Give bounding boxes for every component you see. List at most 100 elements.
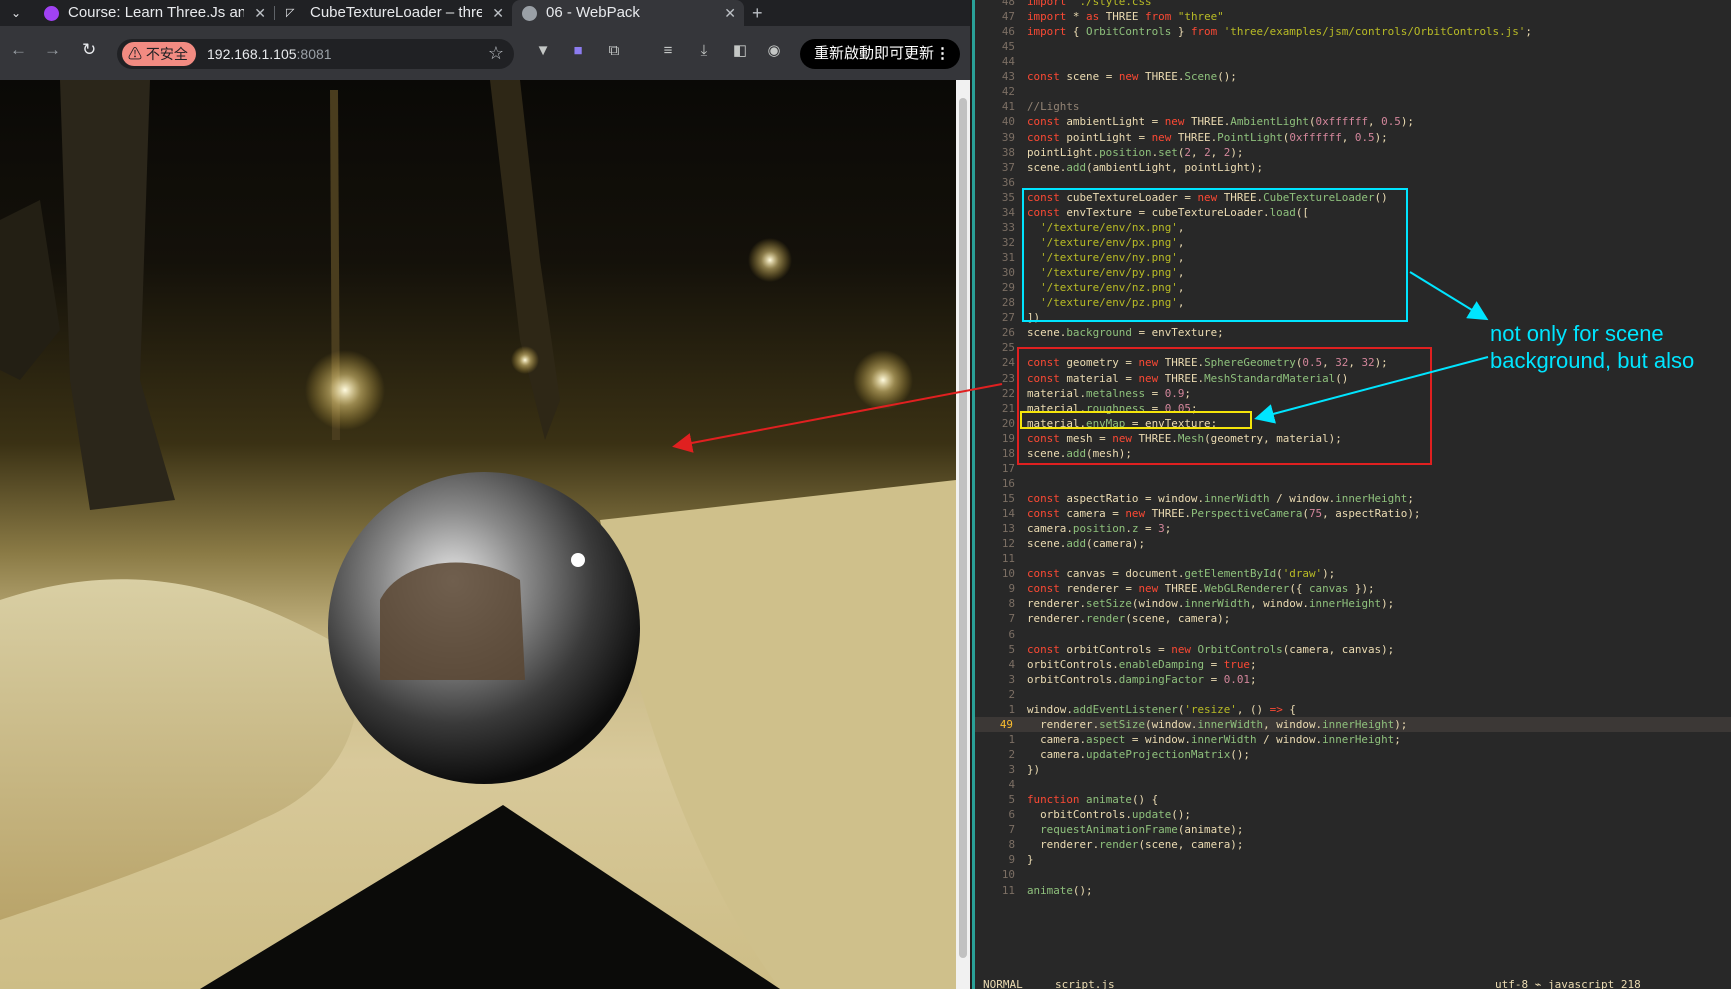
code-text: orbitControls.update(); [1027, 808, 1191, 822]
tree-trunk-edge [0, 200, 60, 380]
line-number: 2 [1008, 748, 1015, 761]
code-text: //Lights [1027, 100, 1080, 114]
code-text: animate(); [1027, 883, 1093, 897]
back-icon[interactable]: ← [10, 40, 27, 60]
url-text: 192.168.1.105:8081 [207, 39, 332, 69]
bookmark-star-icon[interactable]: ☆ [488, 43, 504, 64]
line-number: 6 [1008, 808, 1015, 822]
relaunch-label: 重新啟動即可更新 [814, 45, 935, 62]
line-number: 42 [1001, 85, 1015, 99]
line-number: 13 [1001, 522, 1015, 536]
code-text: camera.position.z = 3; [1027, 522, 1172, 536]
tab-title: Course: Learn Three.Js and [68, 4, 244, 21]
extension-purple-icon[interactable]: ■ [568, 41, 588, 61]
line-number: 10 [1001, 868, 1015, 882]
code-text: scene.add(mesh); [1027, 446, 1132, 460]
line-number: 27 [1001, 311, 1015, 325]
line-number: 31 [1001, 251, 1015, 265]
tab-search-icon[interactable]: ⌄ [6, 4, 26, 22]
close-icon[interactable]: ✕ [492, 0, 504, 26]
address-bar[interactable]: ⚠ 不安全 192.168.1.105:8081 ☆ [117, 39, 514, 69]
side-panel-icon[interactable]: ◧ [730, 41, 750, 61]
code-text: scene.add(camera); [1027, 537, 1146, 551]
line-number: 22 [1001, 386, 1015, 400]
warning-icon: ⚠ [128, 46, 146, 62]
relaunch-to-update-button[interactable]: 重新啟動即可更新 ⋮ [800, 39, 960, 69]
code-text: } [1027, 853, 1034, 867]
street-lamp-glow [853, 350, 913, 410]
line-number: 9 [1008, 853, 1015, 867]
vim-mode: NORMAL [983, 978, 1023, 989]
extensions-puzzle-icon[interactable]: ⧉ [604, 41, 624, 61]
code-text: '/texture/env/pz.png', [1040, 296, 1185, 310]
line-number: 26 [1001, 326, 1015, 340]
page-scrollbar[interactable] [956, 80, 970, 989]
code-text: const canvas = document.getElementById('… [1027, 567, 1336, 581]
line-number: 3 [1008, 672, 1015, 686]
code-text: renderer.setSize(window.innerWidth, wind… [1027, 597, 1395, 611]
line-number: 6 [1008, 627, 1015, 641]
note-line-2: background, but also [1490, 348, 1695, 373]
close-icon[interactable]: ✕ [724, 0, 736, 26]
code-line[interactable]: 49 renderer.setSize(window.innerWidth, w… [975, 716, 1731, 732]
threejs-favicon: ◸ [286, 7, 295, 19]
code-text: const pointLight = new THREE.PointLight(… [1027, 130, 1388, 144]
close-icon[interactable]: ✕ [254, 0, 266, 26]
line-number: 25 [1001, 341, 1015, 355]
street-lamp-glow [511, 346, 539, 374]
code-text: import * as THREE from "three" [1027, 10, 1224, 24]
code-text: const envTexture = cubeTextureLoader.loa… [1027, 205, 1309, 219]
download-icon[interactable]: ⤓ [694, 41, 714, 61]
line-number: 35 [1001, 190, 1015, 204]
line-number: 7 [1008, 823, 1015, 837]
webgl-canvas[interactable] [0, 80, 956, 989]
reload-icon[interactable]: ↻ [82, 40, 96, 60]
code-text: orbitControls.dampingFactor = 0.01; [1027, 672, 1257, 686]
line-number: 23 [1001, 371, 1015, 385]
line-number: 21 [1001, 401, 1015, 415]
code-text: renderer.setSize(window.innerWidth, wind… [1027, 717, 1408, 731]
line-number: 18 [1001, 446, 1015, 460]
annotation-note: not only for scene background, but also [1490, 320, 1694, 374]
line-number: 39 [1001, 130, 1015, 144]
code-text: scene.add(ambientLight, pointLight); [1027, 160, 1264, 174]
code-text: const mesh = new THREE.Mesh(geometry, ma… [1027, 431, 1342, 445]
code-text: '/texture/env/nx.png', [1040, 220, 1185, 234]
url-host: 192.168.1.105 [207, 46, 297, 62]
code-text: material.envMap = envTexture; [1027, 416, 1218, 430]
code-text: material.metalness = 0.9; [1027, 386, 1191, 400]
line-number: 5 [1008, 793, 1015, 807]
code-text: renderer.render(scene, camera); [1027, 838, 1244, 852]
line-number: 9 [1008, 582, 1015, 596]
line-number: 14 [1001, 507, 1015, 521]
menu-dots-icon[interactable]: ⋮ [935, 39, 950, 69]
line-number: 30 [1001, 266, 1015, 280]
line-number: 43 [1001, 70, 1015, 84]
browser-toolbar: ← → ↻ ⚠ 不安全 192.168.1.105:8081 ☆ ▼ ■ ⧉ ≡… [0, 26, 970, 80]
line-number: 1 [1008, 702, 1015, 716]
code-text: renderer.render(scene, camera); [1027, 612, 1231, 626]
code-text: const cubeTextureLoader = new THREE.Cube… [1027, 190, 1388, 204]
code-text: const camera = new THREE.PerspectiveCame… [1027, 507, 1421, 521]
street-lamp-glow [305, 350, 385, 430]
reading-list-icon[interactable]: ≡ [658, 41, 678, 61]
vim-editor[interactable]: 48 import './style.css' 47 import * as THRE… [972, 0, 1731, 989]
new-tab-button[interactable]: + [752, 0, 763, 26]
forward-icon[interactable]: → [44, 40, 61, 60]
line-number: 4 [1008, 657, 1015, 671]
code-text: const renderer = new THREE.WebGLRenderer… [1027, 582, 1375, 596]
tab-webpack[interactable]: 06 - WebPack ✕ [512, 0, 744, 26]
tab-cubetextureloader[interactable]: ◸ CubeTextureLoader – three.js ✕ [276, 0, 512, 26]
url-port: :8081 [296, 46, 332, 62]
vue-devtools-icon[interactable]: ▼ [533, 41, 553, 61]
profile-avatar[interactable]: ◉ [764, 41, 784, 61]
tab-course[interactable]: Course: Learn Three.Js and ✕ [34, 0, 274, 26]
not-secure-chip[interactable]: ⚠ 不安全 [122, 42, 196, 66]
tab-title: CubeTextureLoader – three.js [310, 4, 482, 21]
scrollbar-thumb[interactable] [959, 98, 967, 958]
note-line-1: not only for scene [1490, 321, 1664, 346]
line-number: 48 [1001, 0, 1015, 8]
line-number: 45 [1001, 40, 1015, 54]
code-text: material.roughness = 0.05; [1027, 401, 1198, 415]
code-text: const ambientLight = new THREE.AmbientLi… [1027, 115, 1414, 129]
